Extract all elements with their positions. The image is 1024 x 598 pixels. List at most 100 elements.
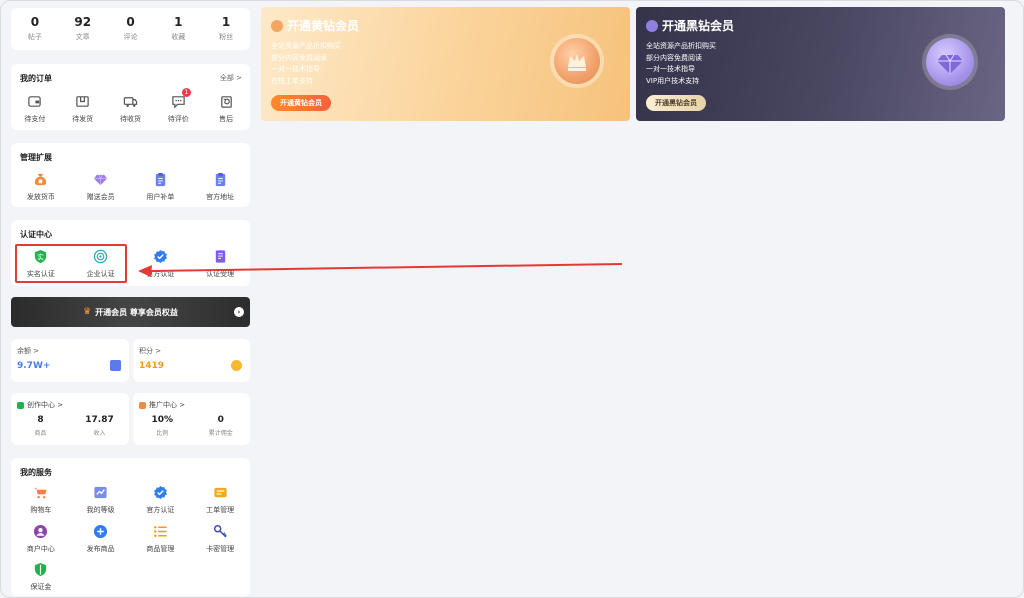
service-label: 商品管理: [146, 545, 175, 553]
stat-fans[interactable]: 1 粉丝: [202, 8, 250, 50]
balance-card[interactable]: 余额 > 9.7W+: [11, 339, 129, 382]
order-after-sale[interactable]: 售后: [202, 94, 250, 124]
user-circle-icon: [33, 524, 48, 539]
service-label: 购物车: [30, 506, 52, 514]
promo-card[interactable]: 推广中心 > 10% 比例 0 累计佣金: [133, 393, 250, 445]
stat-number: 1: [174, 15, 183, 29]
creator-income: 17.87 收入: [70, 415, 129, 437]
comment-icon: 1: [171, 88, 191, 109]
crown-icon: [271, 19, 283, 32]
order-pending-shipment[interactable]: 待发货: [59, 94, 107, 124]
order-label: 售后: [219, 115, 234, 123]
service-label: 保证金: [30, 583, 52, 591]
service-official-cert[interactable]: 官方认证: [131, 485, 191, 515]
verified-icon: [153, 485, 168, 500]
stat-number: 1: [221, 15, 231, 29]
order-pending-payment[interactable]: 待支付: [11, 94, 59, 124]
membership-banner[interactable]: ♛ 开通会员 尊享会员权益 ›: [11, 297, 250, 327]
promo-commission: 0 累计佣金: [192, 415, 251, 437]
manage-label: 赠送会员: [86, 193, 115, 201]
stat-comments[interactable]: 0 评论: [107, 8, 155, 50]
service-ticket[interactable]: 工单管理: [190, 485, 250, 515]
service-label: 卡密管理: [206, 545, 235, 553]
stat-favorites[interactable]: 1 收藏: [154, 8, 202, 50]
service-product-manage[interactable]: 商品管理: [131, 524, 191, 554]
service-card-key[interactable]: 卡密管理: [190, 524, 250, 554]
stat-number: 0: [30, 15, 40, 29]
stat-number: 92: [74, 15, 92, 29]
order-label: 待支付: [24, 115, 46, 123]
orders-all-link[interactable]: 全部 >: [220, 73, 242, 83]
manage-row: 发放货币 赠送会员 用户补单 官方地址: [11, 172, 250, 202]
creator-income-label: 收入: [93, 430, 106, 437]
promo-ratio-value: 10%: [151, 415, 174, 425]
order-pending-review[interactable]: 1 待评价: [154, 88, 202, 124]
wallet-icon: [110, 360, 121, 371]
stat-articles[interactable]: 92 文章: [59, 8, 107, 50]
promo-commission-value: 0: [217, 415, 224, 425]
vip-black-title: 开通黑钻会员: [646, 17, 734, 34]
service-deposit[interactable]: 保证金: [11, 562, 71, 592]
open-black-vip-button[interactable]: 开通黑钻会员: [646, 95, 706, 111]
promo-stats: 10% 比例 0 累计佣金: [133, 415, 250, 437]
order-label: 待收货: [119, 115, 141, 123]
manage-user-makeup-order[interactable]: 用户补单: [131, 172, 191, 202]
stat-label: 收藏: [171, 33, 186, 41]
order-pending-receipt[interactable]: 待收货: [107, 94, 155, 124]
stats-card: 0 帖子 92 文章 0 评论 1 收藏 1 粉丝: [11, 8, 250, 50]
benefit-line: VIP用户技术支持: [646, 76, 700, 85]
orders-card: 我的订单 全部 > 待支付 待发货 待收货 1 待评价 售后: [11, 64, 250, 130]
manage-label: 发放货币: [26, 193, 55, 201]
manage-label: 用户补单: [146, 193, 175, 201]
stat-number: 0: [126, 15, 135, 29]
service-cart[interactable]: 购物车: [11, 485, 71, 515]
money-bag-icon: [33, 172, 48, 187]
order-label: 待发货: [72, 115, 94, 123]
services-row: 保证金: [11, 562, 250, 592]
diamond-icon: [93, 172, 108, 187]
promo-title-text: 推广中心 >: [149, 401, 186, 409]
vip-gold-benefits: 全站资源产品折扣购买 部分内容免费阅读 一对一技术指导 在线工单支持: [271, 41, 341, 87]
creator-card[interactable]: 创作中心 > 8 商品 17.87 收入: [11, 393, 129, 445]
truck-icon: [123, 94, 138, 109]
crown-icon: ♛: [83, 307, 92, 317]
points-card[interactable]: 积分 > 1419: [133, 339, 250, 382]
manage-issue-currency[interactable]: 发放货币: [11, 172, 71, 202]
service-label: 官方认证: [146, 506, 175, 514]
creator-title-text: 创作中心 >: [27, 401, 64, 409]
service-publish-product[interactable]: 发布商品: [71, 524, 131, 554]
services-row: 购物车 我的等级 官方认证 工单管理: [11, 485, 250, 515]
stat-posts[interactable]: 0 帖子: [11, 8, 59, 50]
services-title: 我的服务: [20, 468, 52, 477]
key-icon: [213, 524, 228, 539]
services-card: 我的服务 购物车 我的等级 官方认证 工单管理 商户中心 发布商品 商品管理 卡…: [11, 458, 250, 596]
orders-title: 我的订单: [20, 74, 52, 83]
orders-row: 待支付 待发货 待收货 1 待评价 售后: [11, 88, 250, 124]
open-gold-vip-button[interactable]: 开通黄钻会员: [271, 95, 331, 111]
ticket-icon: [213, 485, 228, 500]
creator-income-value: 17.87: [85, 415, 114, 425]
service-my-level[interactable]: 我的等级: [71, 485, 131, 515]
service-label: 发布商品: [86, 545, 115, 553]
service-label: 工单管理: [206, 506, 235, 514]
annotation-arrow: [138, 263, 623, 277]
manage-title: 管理扩展: [20, 153, 52, 162]
services-row: 商户中心 发布商品 商品管理 卡密管理: [11, 524, 250, 554]
vip-black-card[interactable]: 开通黑钻会员 全站资源产品折扣购买 部分内容免费阅读 一对一技术指导 VIP用户…: [636, 7, 1005, 121]
diamond-icon: [646, 19, 658, 32]
creator-products-value: 8: [37, 415, 44, 425]
manage-gift-membership[interactable]: 赠送会员: [71, 172, 131, 202]
points-value: 1419: [139, 361, 165, 371]
stat-label: 文章: [75, 33, 90, 41]
manage-label: 官方地址: [206, 193, 235, 201]
vip-gold-card[interactable]: 开通黄钻会员 全站资源产品折扣购买 部分内容免费阅读 一对一技术指导 在线工单支…: [261, 7, 630, 121]
benefit-line: 在线工单支持: [271, 76, 313, 85]
benefit-line: 全站资源产品折扣购买: [646, 42, 716, 50]
box-icon: [75, 94, 90, 109]
vip-black-title-text: 开通黑钻会员: [662, 19, 735, 33]
service-merchant[interactable]: 商户中心: [11, 524, 71, 554]
manage-official-address[interactable]: 官方地址: [190, 172, 250, 202]
service-label: 商户中心: [26, 545, 55, 553]
gold-crown-medal-icon: [554, 38, 600, 84]
wallet-icon: [27, 94, 42, 109]
